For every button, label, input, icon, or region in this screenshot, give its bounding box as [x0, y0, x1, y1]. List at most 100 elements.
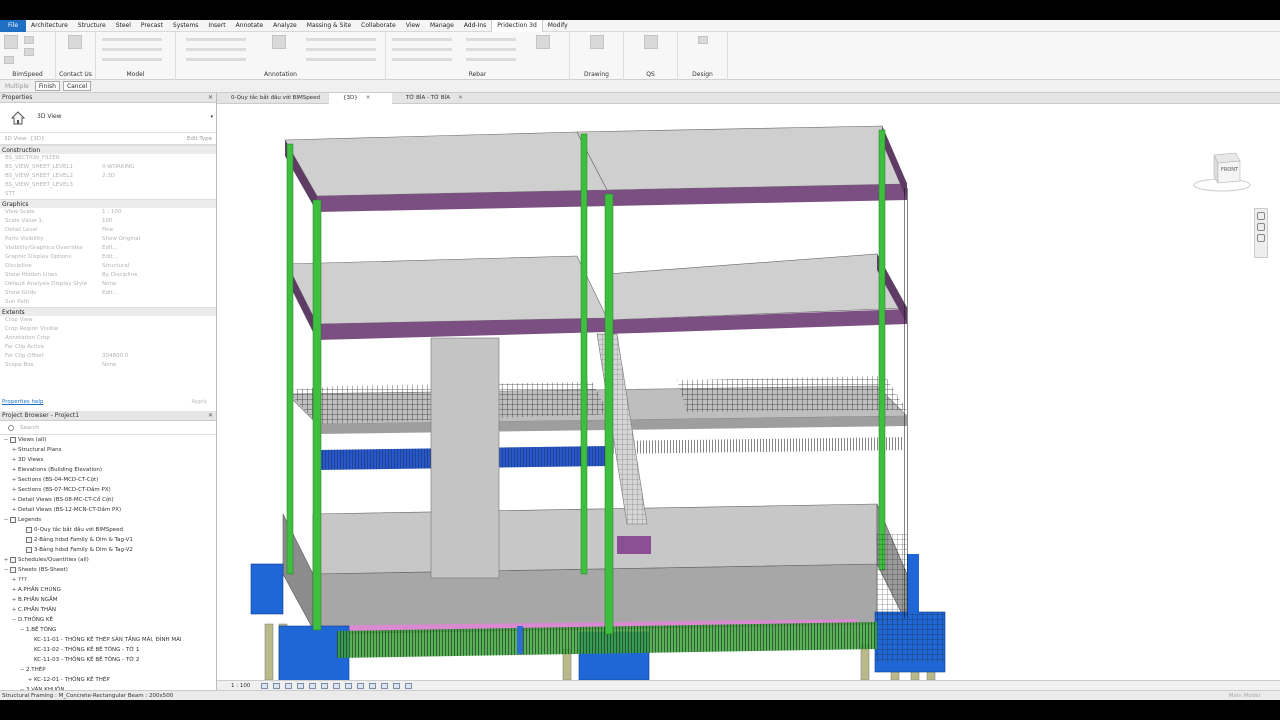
visual-style-icon[interactable] — [273, 683, 280, 689]
stair-landing[interactable] — [617, 536, 651, 554]
finish-button[interactable]: Finish — [34, 81, 60, 91]
properties-help-link[interactable]: Properties help — [2, 399, 43, 405]
property-value[interactable]: 1 : 100 — [100, 208, 216, 217]
ribbon-tab-steel[interactable]: Steel — [111, 20, 136, 32]
browser-tree-item[interactable]: + B.PHẦN NGẦM — [0, 595, 216, 605]
browser-tree-item[interactable]: + Sections (BS-07-MCD-CT-Dầm PX) — [0, 485, 216, 495]
property-category[interactable]: Graphics — [0, 199, 216, 208]
browser-tree-item[interactable]: + Sections (BS-04-MCD-CT-Cột) — [0, 475, 216, 485]
browser-tree-item[interactable]: + KC-12-01 - THỐNG KÊ THÉP — [0, 675, 216, 685]
ribbon-group-annotation[interactable]: Annotation — [176, 32, 386, 80]
property-row[interactable]: Annotation Crop — [0, 334, 216, 343]
browser-tree-item[interactable]: + Elevations (Building Elevation) — [0, 465, 216, 475]
navigation-bar[interactable] — [1254, 208, 1268, 258]
property-row[interactable]: Scope Box None — [0, 361, 216, 370]
pan-icon[interactable] — [1257, 223, 1265, 231]
ribbon-tab-manage[interactable]: Manage — [425, 20, 459, 32]
roof-slab[interactable] — [284, 131, 608, 197]
expand-icon[interactable]: + — [10, 465, 18, 475]
close-icon[interactable]: ✕ — [366, 95, 371, 101]
property-row[interactable]: Far Clip Active — [0, 343, 216, 352]
property-value[interactable] — [100, 154, 216, 163]
reveal-hidden-icon[interactable] — [369, 683, 376, 689]
ribbon-tab-analyze[interactable]: Analyze — [268, 20, 302, 32]
browser-search-input[interactable]: Search — [0, 421, 216, 435]
ribbon-tab-pridection-3d[interactable]: Pridection 3d — [491, 20, 543, 32]
orbit-icon[interactable] — [1257, 234, 1265, 242]
property-value[interactable] — [100, 190, 216, 199]
expand-icon[interactable]: + — [10, 475, 18, 485]
viewcube[interactable]: FRONT — [1192, 149, 1252, 195]
expand-icon[interactable]: + — [10, 445, 18, 455]
browser-tree-item[interactable]: +??? — [0, 575, 216, 585]
ribbon-group-model[interactable]: Model — [96, 32, 176, 80]
ribbon-tab-annotate[interactable]: Annotate — [231, 20, 268, 32]
browser-tree-item[interactable]: − Views (all) — [0, 435, 216, 445]
ribbon-tab-precast[interactable]: Precast — [136, 20, 168, 32]
apply-button[interactable]: Apply — [191, 398, 207, 407]
browser-tree-item[interactable]: KC-11-02 - THỐNG KÊ BÊ TÔNG - TỜ 1 — [0, 645, 216, 655]
ribbon-group-bimspeed[interactable]: BimSpeed — [0, 32, 56, 80]
browser-tree-item[interactable]: + A.PHẦN CHUNG — [0, 585, 216, 595]
lock-icon[interactable] — [345, 683, 352, 689]
property-row[interactable]: BS_VIEW_SHEET_LEVEL2 2.3D — [0, 172, 216, 181]
property-row[interactable]: BS_VIEW_SHEET_LEVEL1 0-WORKING — [0, 163, 216, 172]
edit-type-button[interactable]: Edit Type — [187, 133, 212, 145]
property-category[interactable]: Extents — [0, 307, 216, 316]
property-row[interactable]: Scale Value 1: 100 — [0, 217, 216, 226]
ribbon-group-rebar[interactable]: Rebar — [386, 32, 570, 80]
contact-icon[interactable] — [68, 35, 82, 49]
tool-icon[interactable] — [24, 36, 34, 44]
rebar-icon[interactable] — [536, 35, 550, 49]
collapse-icon[interactable]: − — [2, 435, 10, 445]
property-value[interactable]: 304800.0 — [100, 352, 216, 361]
browser-tree-item[interactable]: − Legends — [0, 515, 216, 525]
workset-selector[interactable]: Main Model — [1229, 691, 1260, 700]
property-value[interactable]: None — [100, 280, 216, 289]
shadows-icon[interactable] — [297, 683, 304, 689]
slab-rebar-mesh[interactable] — [677, 376, 907, 412]
property-row[interactable]: Show Hidden Lines By Discipline — [0, 271, 216, 280]
property-row[interactable]: BS_SECTION_FILTER — [0, 154, 216, 163]
view-tab[interactable]: TỜ BÌA - TỜ BÌA ✕ — [392, 93, 463, 104]
property-row[interactable]: Crop Region Visible — [0, 325, 216, 334]
collapse-icon[interactable]: − — [2, 565, 10, 575]
property-value[interactable] — [100, 181, 216, 190]
ribbon-tab-systems[interactable]: Systems — [168, 20, 204, 32]
detail-level-icon[interactable] — [261, 683, 268, 689]
browser-tree-item[interactable]: 3-Bảng hdsd Family & Dim & Tag-V2 — [0, 545, 216, 555]
property-row[interactable]: Discipline Structural — [0, 262, 216, 271]
collapse-icon[interactable]: − — [18, 665, 26, 675]
property-value[interactable] — [100, 325, 216, 334]
property-row[interactable]: Sun Path — [0, 298, 216, 307]
collapse-icon[interactable]: − — [18, 625, 26, 635]
browser-tree-item[interactable]: + Schedules/Quantities (all) — [0, 555, 216, 565]
browser-tree-item[interactable]: 0-Quy tắc bắt đầu với BIMSpeed — [0, 525, 216, 535]
property-row[interactable]: Far Clip Offset 304800.0 — [0, 352, 216, 361]
ribbon-tab-massing-site[interactable]: Massing & Site — [302, 20, 356, 32]
property-row[interactable]: BS_VIEW_SHEET_LEVEL3 — [0, 181, 216, 190]
close-icon[interactable]: ✕ — [458, 95, 463, 101]
crop-visible-icon[interactable] — [333, 683, 340, 689]
ribbon-tab-collaborate[interactable]: Collaborate — [356, 20, 401, 32]
property-value[interactable]: Structural — [100, 262, 216, 271]
multiple-checkbox[interactable]: Multiple — [2, 83, 32, 90]
slab-floor-2[interactable] — [606, 253, 908, 321]
browser-tree-item[interactable]: + Structural Plans — [0, 445, 216, 455]
browser-tree-item[interactable]: − Sheets (BS-Sheet) — [0, 565, 216, 575]
qs-icon[interactable] — [644, 35, 658, 49]
browser-tree-item[interactable]: −1.BÊ TÔNG — [0, 625, 216, 635]
property-row[interactable]: View Scale 1 : 100 — [0, 208, 216, 217]
ribbon-tab-architecture[interactable]: Architecture — [26, 20, 73, 32]
view-tab[interactable]: 0-Quy tắc bắt đầu với BIMSpeed✕ — [217, 93, 333, 104]
property-value[interactable]: By Discipline — [100, 271, 216, 280]
ribbon-tab-file[interactable]: File — [0, 20, 27, 32]
expand-icon[interactable]: + — [10, 495, 18, 505]
browser-tree-item[interactable]: + Detail Views (BS-08-MC-CT-Cổ Cột) — [0, 495, 216, 505]
property-value[interactable]: Edit... — [100, 244, 216, 253]
property-row[interactable]: Default Analysis Display Style None — [0, 280, 216, 289]
expand-icon[interactable]: + — [26, 675, 34, 685]
ribbon-tab-structure[interactable]: Structure — [73, 20, 111, 32]
property-value[interactable]: Show Original — [100, 235, 216, 244]
browser-tree-item[interactable]: KC-11-01 - THỐNG KÊ THÉP SÀN TẦNG MÁI, Đ… — [0, 635, 216, 645]
